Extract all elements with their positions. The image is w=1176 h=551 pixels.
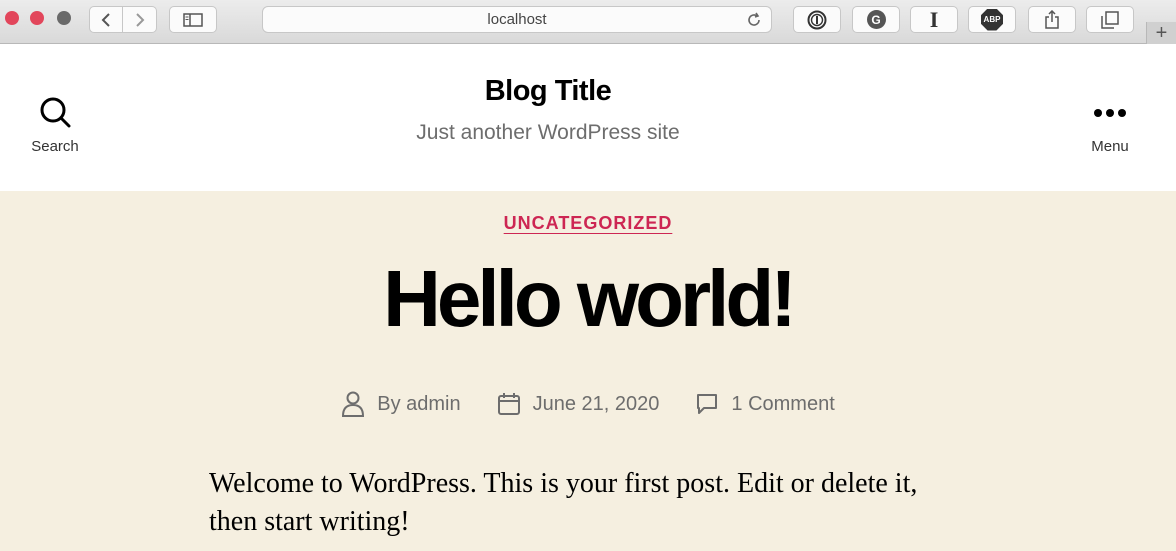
grammarly-extension-button[interactable]: G [852, 6, 900, 33]
tabs-overview-icon [1101, 10, 1119, 29]
show-tabs-button[interactable] [1086, 6, 1134, 33]
share-button[interactable] [1028, 6, 1076, 33]
post-meta: By admin June 21, 2020 1 Comment [0, 391, 1176, 417]
post-comments[interactable]: 1 Comment [695, 391, 835, 417]
post-content: UNCATEGORIZED Hello world! By admin June… [0, 191, 1176, 551]
menu-toggle[interactable]: Menu [1075, 95, 1145, 155]
window-minimize-button[interactable] [30, 11, 44, 25]
grammarly-icon: G [866, 10, 886, 29]
date-text: June 21, 2020 [532, 392, 660, 415]
share-icon [1045, 9, 1059, 29]
address-bar[interactable]: localhost [262, 6, 772, 33]
user-icon [342, 391, 365, 417]
sidebar-toggle-button[interactable] [169, 6, 217, 33]
reload-icon[interactable] [745, 11, 763, 34]
adblock-plus-icon: ABP [981, 8, 1003, 31]
ellipsis-icon [1094, 109, 1126, 117]
comments-text: 1 Comment [731, 392, 835, 415]
chevron-left-icon [101, 12, 110, 27]
instapaper-icon: I [929, 6, 939, 32]
window-close-button[interactable] [5, 11, 19, 25]
new-tab-button[interactable]: + [1146, 22, 1176, 44]
sidebar-icon [183, 12, 203, 27]
browser-toolbar: localhost G I ABP + [0, 0, 1176, 44]
site-header: Search Blog Title Just another WordPress… [0, 45, 1176, 191]
post-date[interactable]: June 21, 2020 [497, 391, 660, 417]
1password-extension-button[interactable] [793, 6, 841, 33]
post-author[interactable]: By admin [341, 391, 461, 417]
site-tagline: Just another WordPress site [416, 121, 680, 144]
author-text: By admin [377, 392, 461, 415]
comment-icon [697, 394, 718, 414]
category-link[interactable]: UNCATEGORIZED [504, 213, 673, 233]
calendar-icon [497, 393, 520, 415]
post-title[interactable]: Hello world! [0, 253, 1176, 345]
adblock-plus-extension-button[interactable]: ABP [968, 6, 1016, 33]
url-text: localhost [487, 11, 547, 28]
forward-button[interactable] [123, 6, 157, 33]
site-title[interactable]: Blog Title [0, 75, 1096, 108]
1password-icon [807, 10, 827, 29]
post-category: UNCATEGORIZED [0, 213, 1176, 234]
post-excerpt: Welcome to WordPress. This is your first… [209, 468, 918, 537]
chevron-right-icon [135, 12, 144, 27]
back-button[interactable] [89, 6, 123, 33]
window-zoom-button[interactable] [57, 11, 71, 25]
menu-label: Menu [1091, 138, 1129, 155]
instapaper-extension-button[interactable]: I [910, 6, 958, 33]
